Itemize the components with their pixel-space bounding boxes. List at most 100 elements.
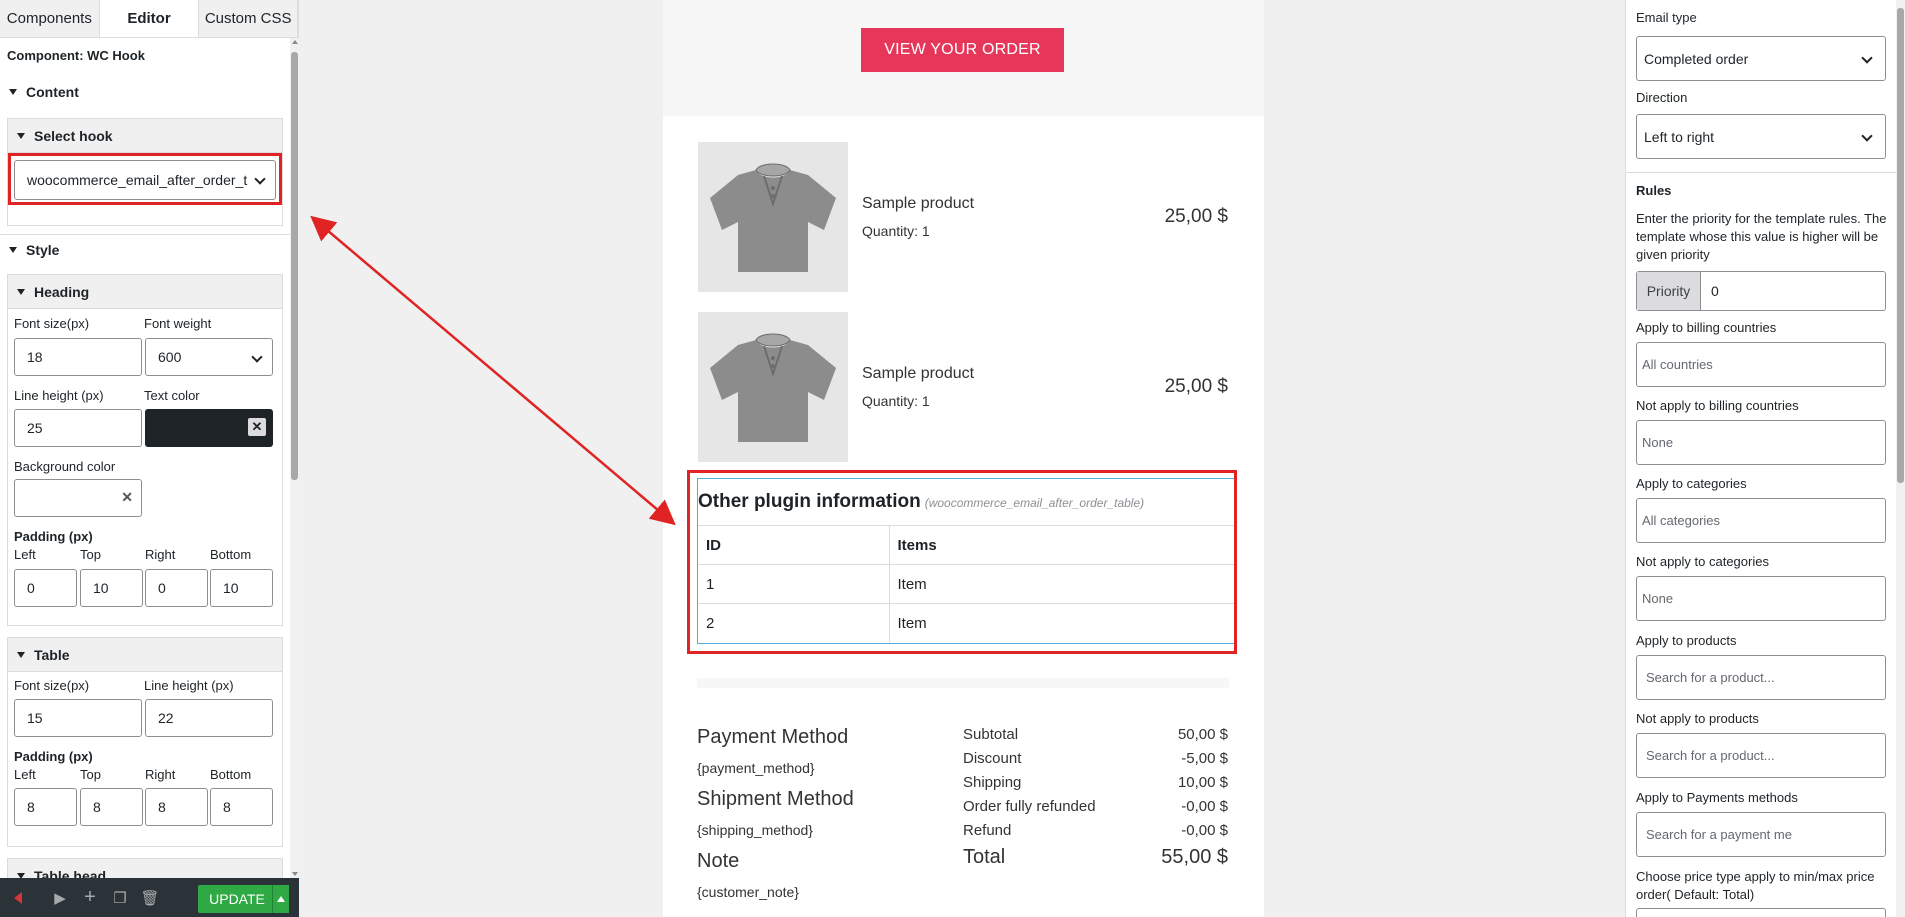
tab-editor[interactable]: Editor xyxy=(99,0,200,37)
priority-input[interactable]: 0 xyxy=(1701,272,1885,310)
categories-input[interactable]: All categories xyxy=(1636,498,1886,543)
select-hook-label: Select hook xyxy=(34,127,113,144)
heading-pad-left-input[interactable]: 0 xyxy=(14,569,77,607)
heading-bg-color-picker[interactable]: ✕ xyxy=(14,479,142,517)
preview-icon[interactable]: ▶ xyxy=(48,878,72,917)
exclude-billing-countries-input[interactable]: None xyxy=(1636,420,1886,465)
price-type-select[interactable] xyxy=(1636,908,1886,917)
heading-font-size-input[interactable]: 18 xyxy=(14,338,142,376)
view-order-button[interactable]: VIEW YOUR ORDER xyxy=(861,28,1064,72)
priority-label: Priority xyxy=(1637,272,1701,310)
update-button[interactable]: UPDATE xyxy=(198,885,276,913)
tab-components[interactable]: Components xyxy=(0,0,100,37)
scroll-up-icon[interactable] xyxy=(292,40,298,44)
product-price: 25,00 $ xyxy=(1164,206,1228,227)
content-section-label: Content xyxy=(26,84,79,100)
exclude-categories-input[interactable]: None xyxy=(1636,576,1886,621)
heading-font-weight-label: Font weight xyxy=(144,316,212,331)
total-value: -0,00 $ xyxy=(1181,822,1228,839)
scroll-thumb[interactable] xyxy=(1897,8,1904,483)
grand-total-value: 55,00 $ xyxy=(1161,846,1228,868)
table-pad-left-input[interactable]: 8 xyxy=(14,788,77,826)
email-type-label: Email type xyxy=(1636,10,1697,25)
priority-field[interactable]: Priority 0 xyxy=(1636,271,1886,311)
total-label: Shipping xyxy=(963,774,1022,791)
heading-pad-top-input[interactable]: 10 xyxy=(80,569,143,607)
table-group-toggle[interactable]: Table xyxy=(8,638,282,672)
field-label: Not apply to products xyxy=(1636,711,1759,726)
chevron-down-icon xyxy=(1861,130,1873,142)
heading-font-size-label: Font size(px) xyxy=(14,316,90,331)
style-section-label: Style xyxy=(26,242,60,258)
heading-font-weight-select[interactable]: 600 xyxy=(145,338,273,376)
total-value: -5,00 $ xyxy=(1181,750,1228,767)
heading-line-height-input[interactable]: 25 xyxy=(14,409,142,447)
heading-group-toggle[interactable]: Heading xyxy=(8,275,282,309)
total-label: Refund xyxy=(963,822,1012,839)
panel-scrollbar[interactable] xyxy=(290,38,299,878)
product-image xyxy=(698,312,848,462)
scroll-thumb[interactable] xyxy=(291,52,298,480)
select-hook-toggle[interactable]: Select hook xyxy=(8,119,282,153)
payment-method-value: {payment_method} xyxy=(697,760,815,776)
email-type-select[interactable]: Completed order xyxy=(1636,36,1886,81)
price-type-label: Choose price type apply to min/max price… xyxy=(1636,869,1875,902)
caret-down-icon xyxy=(9,89,17,95)
add-icon[interactable]: + xyxy=(78,878,102,917)
settings-scrollbar[interactable] xyxy=(1896,0,1905,917)
chevron-down-icon xyxy=(251,351,263,363)
table-group-title: Table xyxy=(34,646,70,663)
heading-font-weight-value: 600 xyxy=(158,349,182,365)
duplicate-icon[interactable]: ❐ xyxy=(108,878,132,917)
tab-custom-css[interactable]: Custom CSS xyxy=(199,0,299,37)
field-label: Apply to billing countries xyxy=(1636,320,1777,335)
heading-pad-bottom-input[interactable]: 10 xyxy=(210,569,273,607)
field-label: Not apply to billing countries xyxy=(1636,398,1799,413)
direction-select[interactable]: Left to right xyxy=(1636,114,1886,159)
tshirt-icon xyxy=(710,333,836,442)
caret-down-icon xyxy=(9,247,17,253)
total-label: Order fully refunded xyxy=(963,798,1096,815)
update-options-button[interactable] xyxy=(272,885,289,913)
payment-methods-input[interactable]: Search for a payment me xyxy=(1636,812,1886,857)
table-head-group: Table head xyxy=(7,858,283,878)
exclude-products-input[interactable]: Search for a product... xyxy=(1636,733,1886,778)
collapse-panel-icon[interactable] xyxy=(14,878,24,917)
field-label: Apply to categories xyxy=(1636,476,1747,491)
style-section-toggle[interactable]: Style xyxy=(9,242,59,258)
billing-countries-input[interactable]: All countries xyxy=(1636,342,1886,387)
note-value: {customer_note} xyxy=(697,884,799,900)
payment-method-heading: Payment Method xyxy=(697,726,849,748)
products-input[interactable]: Search for a product... xyxy=(1636,655,1886,700)
pad-right-label: Right xyxy=(145,547,176,562)
clear-color-icon[interactable]: ✕ xyxy=(121,489,133,506)
table-pad-right-input[interactable]: 8 xyxy=(145,788,208,826)
caret-down-icon xyxy=(17,651,25,658)
trash-icon[interactable]: 🗑 xyxy=(138,878,162,917)
table-font-size-input[interactable]: 15 xyxy=(14,699,142,737)
heading-text-color-picker[interactable]: ✕ xyxy=(145,409,273,447)
total-label: Subtotal xyxy=(963,726,1019,743)
table-head-group-title: Table head xyxy=(34,867,107,879)
pad-bottom-label: Bottom xyxy=(210,767,252,782)
table-head-group-toggle[interactable]: Table head xyxy=(8,859,282,878)
product-quantity: Quantity: 1 xyxy=(862,393,930,409)
table-pad-top-input[interactable]: 8 xyxy=(80,788,143,826)
scroll-down-icon[interactable] xyxy=(292,872,298,876)
heading-pad-right-input[interactable]: 0 xyxy=(145,569,208,607)
product-name: Sample product xyxy=(862,365,975,382)
chevron-down-icon xyxy=(1861,52,1873,64)
heading-text-color-label: Text color xyxy=(144,388,200,403)
pad-top-label: Top xyxy=(80,767,101,782)
email-preview: VIEW YOUR ORDER Sample product Quantity:… xyxy=(663,0,1264,917)
field-label: Not apply to categories xyxy=(1636,554,1769,569)
clear-color-icon[interactable]: ✕ xyxy=(248,418,266,436)
rules-help-text: Enter the priority for the template rule… xyxy=(1636,211,1887,262)
content-section-toggle[interactable]: Content xyxy=(9,84,79,100)
table-pad-bottom-input[interactable]: 8 xyxy=(210,788,273,826)
table-line-height-label: Line height (px) xyxy=(144,678,234,693)
component-title: Component: WC Hook xyxy=(7,48,145,63)
shipment-method-value: {shipping_method} xyxy=(697,822,813,838)
table-line-height-input[interactable]: 22 xyxy=(145,699,273,737)
heading-padding-label: Padding (px) xyxy=(14,529,93,544)
